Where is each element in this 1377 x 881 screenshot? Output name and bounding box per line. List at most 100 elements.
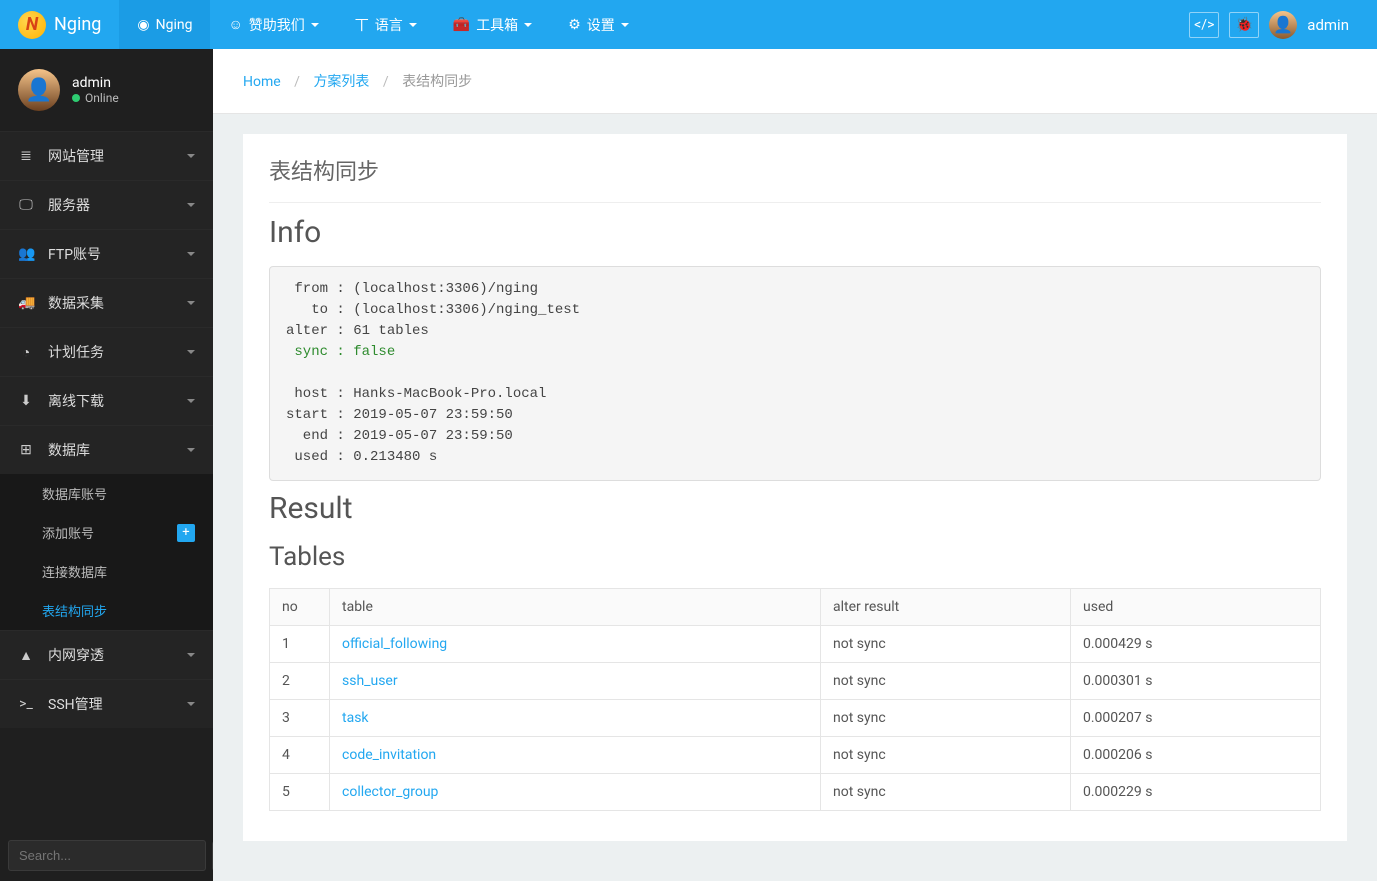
brand-logo: N <box>18 11 46 39</box>
topnav-label: Nging <box>156 17 193 33</box>
nav-sub-item-6-3[interactable]: 表结构同步 <box>0 591 213 630</box>
chevron-down-icon <box>187 350 195 354</box>
chevron-down-icon <box>187 702 195 706</box>
nav-group-7[interactable]: ▲内网穿透 <box>0 631 213 679</box>
nav-group-1[interactable]: 🖵 服务器 <box>0 181 213 229</box>
sidebar-user-name: admin <box>72 75 119 91</box>
nav-icon: >_ <box>18 696 34 712</box>
cell-used: 0.000429 s <box>1071 626 1321 663</box>
table-link[interactable]: task <box>342 710 369 726</box>
bug-button[interactable]: 🐞 <box>1229 12 1259 38</box>
breadcrumb-list[interactable]: 方案列表 <box>313 74 369 90</box>
tables-heading: Tables <box>269 542 1321 572</box>
topnav-label: 设置 <box>587 15 615 35</box>
nav-label: 网站管理 <box>48 146 104 166</box>
code-button[interactable]: </> <box>1189 12 1219 38</box>
cell-alter: not sync <box>821 663 1071 700</box>
nav-group-0[interactable]: ≣ 网站管理 <box>0 132 213 180</box>
table-row: 5 collector_group not sync0.000229 s <box>270 774 1321 811</box>
topnav-icon: ⚙ <box>568 17 581 33</box>
chevron-down-icon <box>187 399 195 403</box>
nav-icon: 🚚 <box>18 295 34 311</box>
tables-table: no table alter result used 1 official_fol… <box>269 588 1321 811</box>
nav-sub-item-6-1[interactable]: 添加账号 + <box>0 513 213 552</box>
cell-table: task <box>330 700 821 737</box>
cell-no: 3 <box>270 700 330 737</box>
cell-table: official_following <box>330 626 821 663</box>
topnav-label: 赞助我们 <box>249 15 305 35</box>
nav-sub-label: 数据库账号 <box>42 484 107 503</box>
topbar: N Nging ◉Nging☺赞助我们丅语言🧰工具箱 ⚙ 设置 </> 🐞 👤 ad… <box>0 0 1377 49</box>
sidebar-user-status: Online <box>72 91 119 105</box>
nav-sub-label: 添加账号 <box>42 523 94 542</box>
chevron-down-icon <box>311 23 319 27</box>
topnav: ◉Nging☺赞助我们丅语言🧰工具箱 ⚙ 设置 <box>119 0 646 49</box>
cell-used: 0.000206 s <box>1071 737 1321 774</box>
plus-icon: + <box>177 524 195 542</box>
nav-icon: 🖵 <box>18 197 34 213</box>
breadcrumb-home[interactable]: Home <box>243 74 281 90</box>
topnav-item-2[interactable]: 丅语言 <box>337 0 435 49</box>
nav-group-5[interactable]: ⬇离线下载 <box>0 377 213 425</box>
chevron-down-icon <box>187 154 195 158</box>
user-menu[interactable]: 👤 admin <box>1269 11 1359 39</box>
panel: 表结构同步 Info from : (localhost:3306)/nging… <box>243 134 1347 841</box>
nav-sub-label: 表结构同步 <box>42 601 107 620</box>
nav-label: SSH管理 <box>48 694 103 714</box>
cell-table: collector_group <box>330 774 821 811</box>
th-table: table <box>330 589 821 626</box>
topnav-item-3[interactable]: 🧰工具箱 <box>435 0 550 49</box>
cell-no: 5 <box>270 774 330 811</box>
cell-alter: not sync <box>821 626 1071 663</box>
nav-group-3[interactable]: 🚚数据采集 <box>0 279 213 327</box>
nav-label: 数据库 <box>48 440 90 460</box>
cell-used: 0.000229 s <box>1071 774 1321 811</box>
table-link[interactable]: collector_group <box>342 784 438 800</box>
brand[interactable]: N Nging <box>0 0 119 49</box>
table-row: 4code_invitationnot sync0.000206 s <box>270 737 1321 774</box>
topnav-item-4[interactable]: ⚙ 设置 <box>550 0 647 49</box>
result-heading: Result <box>269 491 1321 526</box>
cell-table: ssh_user <box>330 663 821 700</box>
topnav-label: 工具箱 <box>476 15 518 35</box>
nav-group-2[interactable]: 👥FTP账号 <box>0 230 213 278</box>
nav-icon: ⬇ <box>18 393 34 409</box>
topnav-icon: 丅 <box>355 15 369 35</box>
nav-icon: ≣ <box>18 148 34 164</box>
nav-icon: ▲ <box>18 647 34 664</box>
search-input[interactable] <box>8 840 206 871</box>
cell-alter: not sync <box>821 700 1071 737</box>
cell-no: 1 <box>270 626 330 663</box>
table-row: 1 official_following not sync0.000429 s <box>270 626 1321 663</box>
table-link[interactable]: official_following <box>342 636 447 652</box>
avatar-icon: 👤 <box>1269 11 1297 39</box>
table-link[interactable]: ssh_user <box>342 673 398 689</box>
chevron-down-icon <box>187 252 195 256</box>
table-link[interactable]: code_invitation <box>342 747 436 763</box>
sidebar-user: 👤 admin Online <box>0 49 213 131</box>
main: Home / 方案列表 / 表结构同步 表结构同步 Info from : (l… <box>213 49 1377 881</box>
chevron-down-icon <box>621 23 629 27</box>
cell-alter: not sync <box>821 774 1071 811</box>
nav-icon: ⊞ <box>18 442 34 458</box>
nav-group-8[interactable]: >_ SSH管理 <box>0 680 213 728</box>
nav-sub-label: 连接数据库 <box>42 562 107 581</box>
th-alter: alter result <box>821 589 1071 626</box>
cell-no: 4 <box>270 737 330 774</box>
nav-label: 服务器 <box>48 195 90 215</box>
nav-group-4[interactable]: ◔计划任务 <box>0 328 213 376</box>
topnav-item-1[interactable]: ☺赞助我们 <box>210 0 336 49</box>
info-block: from : (localhost:3306)/nging to : (loca… <box>269 266 1321 481</box>
nav-label: FTP账号 <box>48 244 101 264</box>
th-used: used <box>1071 589 1321 626</box>
cell-used: 0.000207 s <box>1071 700 1321 737</box>
chevron-down-icon <box>187 448 195 452</box>
table-header-row: no table alter result used <box>270 589 1321 626</box>
nav-group-6[interactable]: ⊞ 数据库 <box>0 426 213 474</box>
chevron-down-icon <box>524 23 532 27</box>
cell-no: 2 <box>270 663 330 700</box>
nav-sub-item-6-2[interactable]: 连接数据库 <box>0 552 213 591</box>
table-row: 2ssh_usernot sync0.000301 s <box>270 663 1321 700</box>
nav-sub-item-6-0[interactable]: 数据库账号 <box>0 474 213 513</box>
topnav-item-0[interactable]: ◉Nging <box>119 0 210 49</box>
